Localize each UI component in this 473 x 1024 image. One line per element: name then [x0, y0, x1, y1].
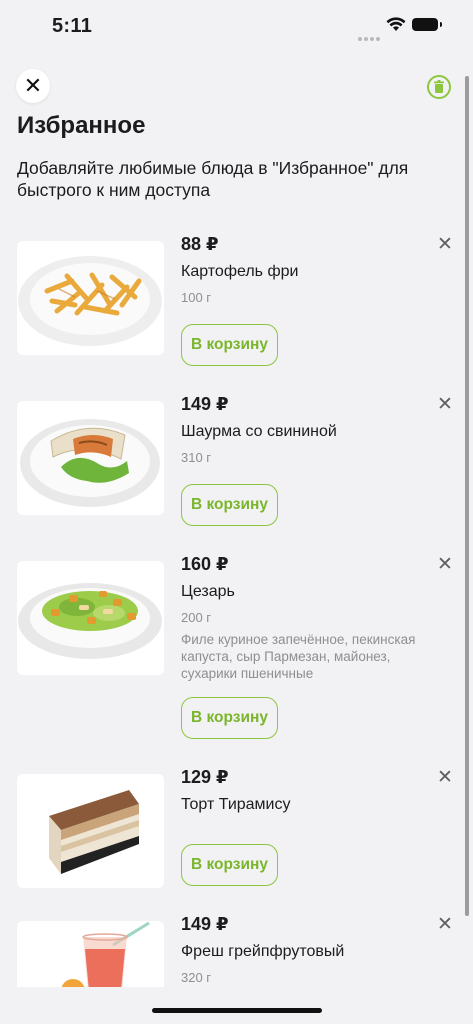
dish-image-grapefruit-juice	[17, 921, 164, 987]
item-name: Фреш грейпфрутовый	[181, 943, 345, 960]
home-indicator	[152, 1008, 322, 1013]
add-to-cart-button[interactable]: В корзину	[181, 697, 278, 739]
wifi-icon	[386, 17, 406, 31]
favorite-item[interactable]: 149 ₽ Фреш грейпфрутовый 320 г ✕	[0, 912, 473, 987]
battery-icon	[412, 18, 442, 31]
favorite-item[interactable]: 129 ₽ Торт Тирамису ✕ В корзину	[0, 765, 473, 915]
dish-image-caesar-salad	[17, 561, 164, 675]
status-time: 5:11	[52, 15, 93, 37]
add-to-cart-button[interactable]: В корзину	[181, 484, 278, 526]
favorite-item[interactable]: 88 ₽ Картофель фри 100 г ✕ В корзину	[0, 232, 473, 382]
remove-x-icon[interactable]: ✕	[437, 235, 453, 254]
add-to-cart-button[interactable]: В корзину	[181, 844, 278, 886]
item-weight: 310 г	[181, 450, 212, 465]
status-bar: 5:11	[0, 0, 473, 54]
close-icon: ✕	[23, 73, 43, 98]
remove-x-icon[interactable]: ✕	[437, 395, 453, 414]
item-price: 149 ₽	[181, 394, 229, 414]
scrollbar[interactable]	[465, 76, 469, 916]
cellular-signal-icon	[358, 28, 382, 46]
item-name: Шаурма со свининой	[181, 423, 337, 440]
item-description: Филе куриное запечённое, пекинская капус…	[181, 632, 416, 681]
item-price: 160 ₽	[181, 554, 229, 574]
item-name: Цезарь	[181, 583, 235, 600]
favorite-item[interactable]: 160 ₽ Цезарь 200 г Филе куриное запечённ…	[0, 552, 473, 752]
add-to-cart-button[interactable]: В корзину	[181, 324, 278, 366]
remove-x-icon[interactable]: ✕	[437, 915, 453, 934]
page-title: Избранное	[17, 112, 146, 139]
item-weight: 100 г	[181, 290, 212, 305]
item-weight: 200 г	[181, 610, 212, 625]
trash-icon[interactable]	[427, 75, 451, 99]
page-subtitle: Добавляйте любимые блюда в "Избранное" д…	[17, 158, 409, 200]
remove-x-icon[interactable]: ✕	[437, 555, 453, 574]
item-price: 129 ₽	[181, 767, 229, 787]
favorites-list[interactable]: 88 ₽ Картофель фри 100 г ✕ В корзину 149…	[0, 232, 473, 987]
dish-image-tiramisu	[17, 774, 164, 888]
favorite-item[interactable]: 149 ₽ Шаурма со свининой 310 г ✕ В корзи…	[0, 392, 473, 542]
remove-x-icon[interactable]: ✕	[437, 768, 453, 787]
dish-image-french-fries	[17, 241, 164, 355]
item-price: 88 ₽	[181, 234, 219, 254]
item-weight: 320 г	[181, 970, 212, 985]
item-name: Картофель фри	[181, 263, 299, 280]
item-price: 149 ₽	[181, 914, 229, 934]
close-button[interactable]: ✕	[16, 69, 50, 103]
dish-image-shawarma	[17, 401, 164, 515]
item-name: Торт Тирамису	[181, 796, 291, 813]
